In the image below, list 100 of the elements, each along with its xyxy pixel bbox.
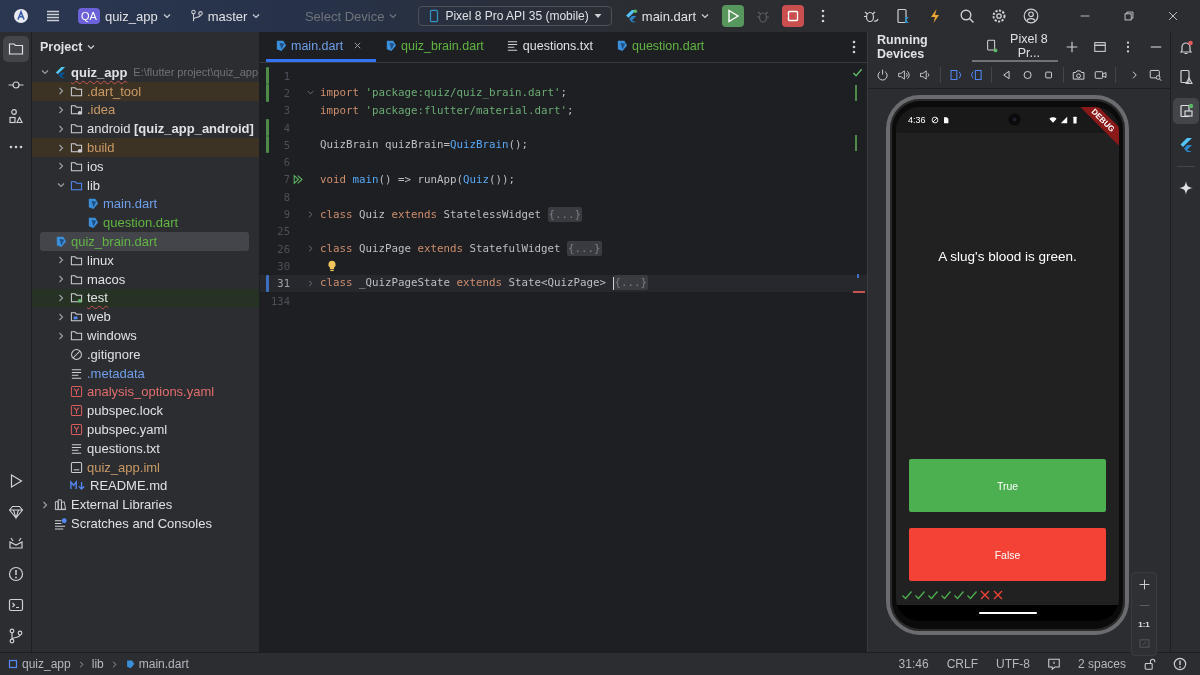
tree-item[interactable]: Scratches and Consoles: [32, 514, 259, 533]
run-gutter-icon[interactable]: [292, 173, 304, 185]
android-icon[interactable]: [7, 535, 24, 551]
rotate-left-icon[interactable]: [948, 68, 962, 82]
expand-chevron-icon[interactable]: [56, 311, 66, 322]
project-selector[interactable]: QA quiz_app: [72, 5, 178, 27]
expand-chevron-icon[interactable]: [56, 255, 66, 266]
tree-item[interactable]: question.dart: [32, 213, 259, 233]
expand-chevron-icon[interactable]: [56, 86, 66, 97]
file-name: pubspec.yaml: [87, 422, 168, 438]
volume-up-icon[interactable]: [897, 68, 911, 82]
git-icon[interactable]: [7, 628, 24, 644]
tree-item[interactable]: .idea: [32, 100, 259, 120]
view-mode-dropdown[interactable]: Project: [40, 40, 97, 54]
expand-chevron-icon[interactable]: [56, 105, 66, 115]
breadcrumb-item[interactable]: lib: [91, 657, 104, 671]
gem-icon[interactable]: [7, 504, 24, 520]
file-encoding[interactable]: UTF-8: [995, 657, 1030, 671]
tree-item[interactable]: main.dart: [32, 194, 259, 214]
home-icon[interactable]: [1021, 68, 1035, 82]
line-separator[interactable]: CRLF: [946, 657, 978, 671]
editor-tab[interactable]: quiz_brain.dart: [376, 32, 498, 62]
video-icon[interactable]: [1093, 68, 1107, 82]
tree-item[interactable]: build: [32, 138, 259, 157]
tree-item[interactable]: macos: [32, 269, 259, 289]
tree-item[interactable]: .dart_tool: [32, 81, 259, 101]
camera-icon[interactable]: [1072, 68, 1086, 82]
tree-item[interactable]: analysis_options.yaml: [32, 382, 259, 402]
expand-chevron-icon[interactable]: [56, 274, 66, 285]
device-dropdown[interactable]: Pixel 8 Pro API 35 (mobile): [418, 6, 612, 26]
editor-tab[interactable]: questions.txt: [497, 32, 607, 62]
run-button[interactable]: [722, 5, 744, 27]
main-menu-icon[interactable]: [45, 8, 61, 24]
tree-item[interactable]: quiz_app E:\flutter project\quiz_app: [32, 63, 259, 82]
running-devices-tool-button[interactable]: [1172, 98, 1199, 124]
comment-icon[interactable]: [1046, 657, 1061, 671]
warning-icon[interactable]: [1173, 657, 1187, 671]
answer-button[interactable]: False: [909, 528, 1106, 581]
tree-item[interactable]: linux: [32, 250, 259, 270]
stop-button[interactable]: [782, 5, 804, 27]
volume-down-icon[interactable]: [918, 68, 932, 82]
file-name: README.md: [90, 478, 168, 494]
expand-chevron-icon[interactable]: [56, 123, 66, 134]
indent-setting[interactable]: 2 spaces: [1077, 657, 1126, 671]
tree-item[interactable]: android [quiz_app_android]: [32, 119, 259, 139]
expand-chevron-icon[interactable]: [40, 499, 50, 510]
close-icon[interactable]: [1166, 9, 1180, 23]
tree-item[interactable]: pubspec.lock: [32, 401, 259, 421]
tree-item[interactable]: .gitignore: [32, 344, 259, 364]
scratches-icon: [54, 517, 67, 530]
file-name: windows: [87, 328, 137, 344]
tree-item[interactable]: pubspec.yaml: [32, 420, 259, 439]
problems-icon[interactable]: [7, 566, 24, 582]
run-configuration[interactable]: main.dart: [617, 5, 716, 27]
account-icon[interactable]: [1023, 8, 1039, 24]
editor-tab[interactable]: main.dart: [266, 32, 377, 62]
dart-file-icon: [54, 235, 67, 249]
file-name: build: [87, 140, 115, 156]
expand-chevron-icon[interactable]: [56, 142, 66, 153]
tree-item[interactable]: quiz_brain.dart: [40, 232, 249, 251]
breadcrumb-item[interactable]: main.dart: [124, 657, 189, 671]
notification-bell-icon[interactable]: [1177, 40, 1194, 56]
restore-icon[interactable]: [1122, 9, 1136, 23]
screen-search-icon[interactable]: [1148, 68, 1162, 82]
tree-item[interactable]: quiz_app.iml: [32, 457, 259, 477]
actual-size-button[interactable]: 1:1: [1138, 620, 1150, 629]
breadcrumb-item[interactable]: quiz_app: [8, 657, 71, 671]
expand-chevron-icon[interactable]: [56, 161, 66, 172]
project-tool-button[interactable]: [2, 36, 29, 62]
settings-icon[interactable]: [991, 8, 1007, 24]
structure-icon[interactable]: [7, 108, 24, 124]
power-icon[interactable]: [876, 68, 890, 82]
tree-item[interactable]: lib: [32, 175, 259, 195]
add-icon[interactable]: [1065, 40, 1079, 54]
window-layout-icon[interactable]: [1093, 40, 1107, 54]
tree-item[interactable]: External Libraries: [32, 495, 259, 515]
rotate-right-icon[interactable]: [969, 68, 983, 82]
tree-item[interactable]: test: [32, 288, 259, 308]
cursor-position[interactable]: 31:46: [898, 657, 929, 671]
editor-tab[interactable]: question.dart: [607, 32, 719, 62]
tree-item[interactable]: .metadata: [32, 363, 259, 383]
search-icon[interactable]: [959, 8, 975, 24]
expand-chevron-icon[interactable]: [56, 330, 66, 341]
close-icon[interactable]: [353, 41, 363, 50]
device-flutter-icon[interactable]: [895, 8, 911, 24]
panel-title: Running Devices: [877, 33, 929, 61]
tree-item[interactable]: web: [32, 307, 259, 327]
terminal-icon[interactable]: [7, 597, 24, 613]
branch-selector[interactable]: master: [183, 5, 268, 27]
app-logo-icon[interactable]: [13, 8, 29, 24]
tree-item[interactable]: questions.txt: [32, 438, 259, 458]
device-manager-icon[interactable]: [1177, 69, 1194, 85]
tree-item[interactable]: README.md: [32, 476, 259, 496]
tree-item[interactable]: windows: [32, 326, 259, 345]
device-tab[interactable]: Pixel 8 Pr...: [971, 32, 1058, 62]
lightbulb-icon[interactable]: [326, 259, 338, 272]
expand-chevron-icon[interactable]: [56, 292, 66, 303]
tree-item[interactable]: ios: [32, 157, 259, 176]
zoom-in-icon[interactable]: [1137, 578, 1151, 591]
unlock-icon[interactable]: [1143, 657, 1157, 671]
